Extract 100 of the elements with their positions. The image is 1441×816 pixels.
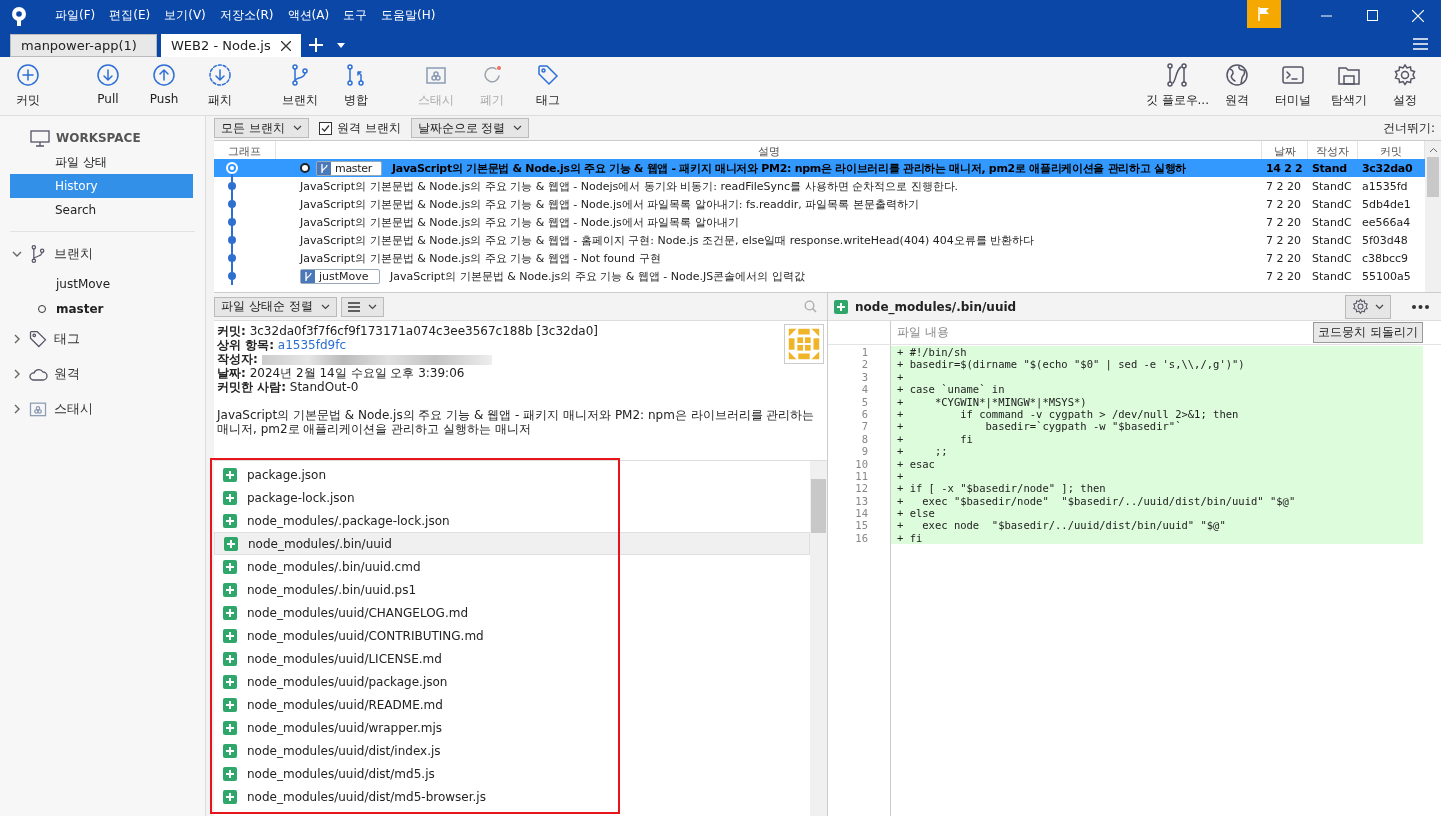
close-icon[interactable] <box>280 40 291 51</box>
sort-dropdown[interactable]: 파일 상태순 정렬 <box>214 296 337 317</box>
file-item[interactable]: node_modules/uuid/dist/index.js <box>214 739 810 762</box>
file-item[interactable]: package-lock.json <box>214 486 810 509</box>
more-icon[interactable] <box>1412 304 1429 309</box>
line-number: 10 <box>854 457 868 470</box>
patch-button[interactable]: 패치 <box>192 63 248 109</box>
commit-node <box>225 213 239 231</box>
author-cell-text: StandC <box>1311 232 1353 249</box>
menu-item[interactable]: 도구 <box>336 7 375 24</box>
repository-tab[interactable]: WEB2 - Node.js <box>161 34 301 57</box>
push-icon <box>152 63 176 87</box>
push-button[interactable]: Push <box>136 63 192 109</box>
file-item[interactable]: node_modules/.bin/uuid.cmd <box>214 555 810 578</box>
gitflow-button[interactable]: 깃 플로우... <box>1145 63 1209 109</box>
commit-hash-cell-text: a1535fd <box>1361 178 1409 195</box>
file-item[interactable]: node_modules/uuid/dist/md5.js <box>214 762 810 785</box>
author-cell-text: StandC <box>1311 196 1353 213</box>
menu-icon[interactable] <box>1413 38 1428 50</box>
menu-item[interactable]: 저장소(R) <box>212 7 281 24</box>
author-cell-text: StandC <box>1311 250 1353 267</box>
sidebar-section[interactable]: 원격 <box>54 364 80 383</box>
line-number: 8 <box>860 432 868 446</box>
sidebar-item[interactable]: Search <box>10 198 193 222</box>
file-item[interactable]: node_modules/.package-lock.json <box>214 509 810 532</box>
line-number: 1 <box>860 346 868 359</box>
file-item[interactable]: node_modules/uuid/wrapper.mjs <box>214 716 810 739</box>
commit-info-line: 커밋: 3c32da0f3f7f6cf9f173171a074c3ee3567c188b [3c32da0] <box>217 324 599 338</box>
menu-item[interactable]: 도움말(H) <box>374 7 443 24</box>
revert-hunk-button[interactable]: 코드뭉치 되돌리기 <box>1313 322 1423 343</box>
remote-button[interactable]: 원격 <box>1209 63 1265 109</box>
menu-item[interactable]: 파일(F) <box>48 7 103 24</box>
file-item[interactable]: node_modules/uuid/LICENSE.md <box>214 647 810 670</box>
chevron-down-icon <box>320 303 330 310</box>
sidebar-section[interactable]: 스태시 <box>54 399 93 418</box>
chevron-down-icon <box>513 125 523 131</box>
minimize-icon <box>1320 14 1332 17</box>
caret-icon[interactable] <box>336 43 345 48</box>
scrollbar-thumb[interactable] <box>811 479 826 533</box>
file-name: node_modules/.bin/uuid <box>855 299 1017 314</box>
explorer-button[interactable]: 탐색기 <box>1321 63 1377 109</box>
commit-node <box>225 249 239 267</box>
menu-item[interactable]: 액션(A) <box>280 7 337 24</box>
scroll-up-icon[interactable] <box>1428 147 1438 153</box>
hunk-label: 파일 내용 <box>896 324 950 341</box>
commit-message: JavaScript의 기본문법 & Node.js의 주요 기능 & 웹앱 - Node.JS콘솔에서의 입력값 <box>390 268 805 284</box>
scrollbar-thumb[interactable] <box>1427 157 1439 197</box>
commit-button[interactable]: 커밋 <box>0 63 56 109</box>
terminal-button[interactable]: 터미널 <box>1265 63 1321 109</box>
chevron-right-icon[interactable] <box>12 403 22 414</box>
chevron-right-icon[interactable] <box>12 368 22 379</box>
line-number: 5 <box>860 395 868 408</box>
branch-label[interactable]: justMove <box>300 268 380 284</box>
sidebar-item[interactable]: 파일 상태 <box>10 150 193 174</box>
cloud-icon <box>28 366 48 381</box>
line-number: 4 <box>860 383 868 396</box>
pull-button[interactable]: Pull <box>80 63 136 109</box>
menu-item[interactable]: 편집(E) <box>102 7 158 24</box>
menu-item[interactable]: 보기(V) <box>157 7 213 24</box>
author-cell-text: StandC <box>1311 214 1353 231</box>
file-item[interactable]: node_modules/uuid/package.json <box>214 670 810 693</box>
commit-node <box>225 267 239 285</box>
sidebar-section[interactable]: 브랜치 <box>54 244 93 263</box>
date-cell-text: 7 2 20 <box>1265 250 1302 267</box>
line-number: 9 <box>860 445 868 458</box>
date-cell-text: 7 2 20 <box>1265 196 1302 213</box>
branch-button[interactable]: 브랜치 <box>272 63 328 109</box>
commit-node <box>225 231 239 249</box>
commit-hash-cell-text: ee566a4 <box>1361 214 1412 231</box>
tag-button[interactable]: 태그 <box>520 63 576 109</box>
settings-dropdown[interactable] <box>1345 294 1391 319</box>
view-mode-dropdown[interactable] <box>340 296 384 317</box>
checkbox[interactable] <box>318 121 332 135</box>
file-item[interactable]: node_modules/uuid/CHANGELOG.md <box>214 601 810 624</box>
branch-item[interactable]: master <box>56 301 104 316</box>
parent-commit-link[interactable]: a1535fd9fc <box>277 338 346 352</box>
file-item[interactable]: node_modules/uuid/dist/md5-browser.js <box>214 785 810 808</box>
gitflow-icon <box>1165 63 1190 87</box>
chevron-right-icon[interactable] <box>12 333 22 344</box>
sort-dropdown[interactable]: 날짜순으로 정렬 <box>410 118 530 138</box>
chevron-down-icon <box>1375 303 1384 310</box>
branch-item[interactable]: justMove <box>56 276 111 291</box>
date-cell-text: 7 2 20 <box>1265 214 1302 231</box>
file-item[interactable]: node_modules/uuid/README.md <box>214 693 810 716</box>
file-item[interactable]: node_modules/.bin/uuid.ps1 <box>214 578 810 601</box>
commit-message: JavaScript의 기본문법 & Node.js의 주요 기능 & 웹앱 - Node.js에서 파일목록 알아내기 <box>300 214 739 230</box>
settings-button[interactable]: 설정 <box>1377 63 1433 109</box>
file-item[interactable]: package.json <box>214 463 810 486</box>
merge-button[interactable]: 병합 <box>328 63 384 109</box>
repository-tab[interactable]: manpower-app(1) <box>10 34 157 57</box>
commit-icon <box>16 63 40 87</box>
add-tab-icon[interactable] <box>308 38 323 52</box>
remote-icon <box>1225 63 1249 87</box>
sidebar-section[interactable]: 태그 <box>54 329 80 348</box>
branch-filter-dropdown[interactable]: 모든 브랜치 <box>214 118 309 138</box>
file-item[interactable]: node_modules/.bin/uuid <box>214 532 810 555</box>
branch-label[interactable]: master <box>316 160 382 176</box>
author-label: 작성자: <box>217 352 259 366</box>
file-item[interactable]: node_modules/uuid/CONTRIBUTING.md <box>214 624 810 647</box>
author-cell-text: StandC <box>1311 268 1353 285</box>
